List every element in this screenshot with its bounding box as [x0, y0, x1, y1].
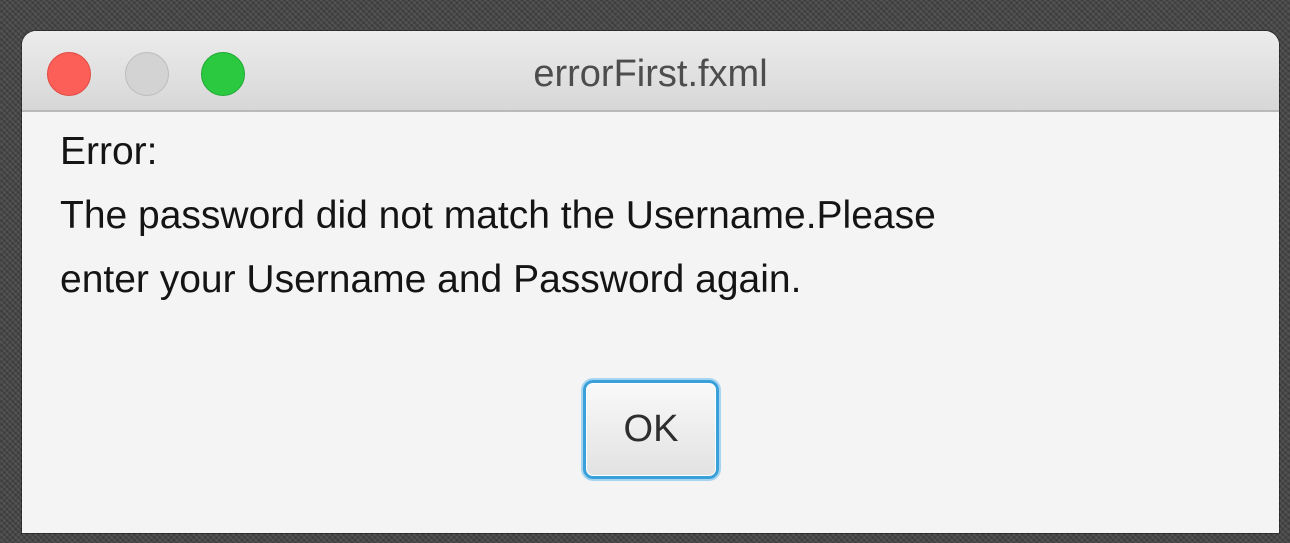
title-bar[interactable]: errorFirst.fxml: [22, 31, 1279, 112]
dialog-content: Error: The password did not match the Us…: [22, 112, 1279, 533]
window-title: errorFirst.fxml: [533, 53, 768, 95]
ok-button[interactable]: OK: [583, 380, 719, 479]
error-heading: Error:: [60, 130, 158, 173]
error-dialog-window: errorFirst.fxml Error: The password did …: [22, 31, 1279, 533]
error-message-line-2: enter your Username and Password again.: [60, 258, 802, 301]
error-message-line-1: The password did not match the Username.…: [60, 194, 936, 237]
desktop-background: { "window": { "title": "errorFirst.fxml"…: [0, 0, 1290, 543]
error-message: Error: The password did not match the Us…: [60, 120, 1250, 312]
